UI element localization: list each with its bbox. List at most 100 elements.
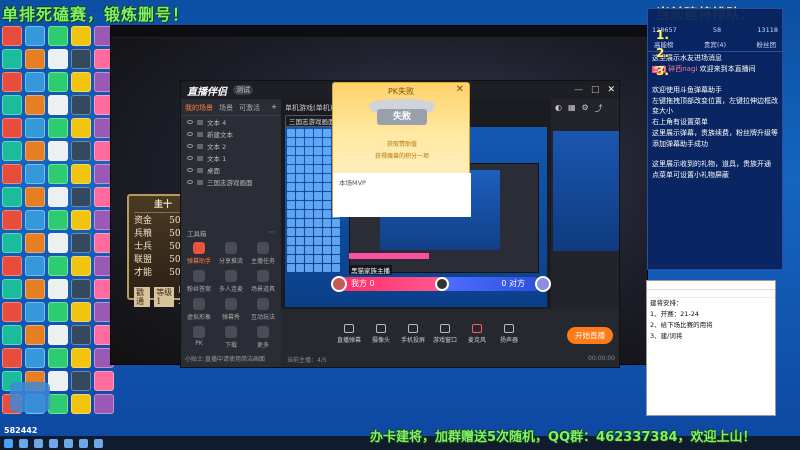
taskbar-app-icon[interactable] [19,438,28,448]
layer-item[interactable]: 三国志游戏画面 [181,176,281,188]
toolbar-button[interactable]: 扬声器 [495,324,523,344]
desktop-shortcut-icon[interactable] [25,187,45,207]
minimize-icon[interactable]: — [574,85,583,95]
notepad-window[interactable]: 建将安排： 1、开赛：21-24 2、给下场比赛的用将 3、建/词将 [646,280,776,416]
desktop-shortcut-icon[interactable] [25,233,45,253]
desktop-shortcut-icon[interactable] [71,210,91,230]
desktop-shortcut-icon[interactable] [25,118,45,138]
taskbar-app-icon[interactable] [64,438,73,448]
desktop-shortcut-icon[interactable] [48,26,68,46]
layer-item[interactable]: 文本 4 [181,116,281,128]
chat-panel-header[interactable] [648,9,782,23]
desktop-shortcut-icon[interactable] [25,279,45,299]
volume-icon[interactable]: ◐ [555,103,562,114]
desktop-shortcut-icon[interactable] [25,256,45,276]
desktop-shortcut-icon[interactable] [25,141,45,161]
start-live-button[interactable]: 开始直播 [567,327,613,344]
pk-result-popup[interactable]: PK失败 ✕ 失败 获取赞助值 获得魔兽的积分一项 本场MVP [332,82,471,217]
layer-item[interactable]: 文本 1 [181,152,281,164]
desktop-shortcut-icon[interactable] [71,72,91,92]
desktop-shortcut-icon[interactable] [2,256,22,276]
taskbar-app-icon[interactable] [94,438,103,448]
toolbar-button[interactable]: 直播弹幕 [335,324,363,344]
eye-icon[interactable] [187,120,193,124]
toolbar-button[interactable]: 麦克风 [463,324,491,344]
taskbar-app-icon[interactable] [49,438,58,448]
scene-button[interactable]: 三国志游戏画面 [285,115,339,127]
desktop-shortcut-icon[interactable] [94,394,114,414]
desktop-shortcut-icon[interactable] [2,49,22,69]
desktop-shortcut-icon[interactable] [48,49,68,69]
gear-icon[interactable]: ⚙ [582,103,589,114]
toolbar-button[interactable]: 手机投屏 [399,324,427,344]
close-icon[interactable]: ✕ [607,85,615,95]
toolbox-item[interactable]: 更多 [247,326,279,349]
desktop-shortcut-icon[interactable] [71,95,91,115]
toolbox-item[interactable]: 互动玩法 [247,298,279,321]
desktop-shortcut-icon[interactable] [25,95,45,115]
toolbox-item[interactable]: 下载 [215,326,247,349]
taskbar-app-icon[interactable] [79,438,88,448]
desktop-shortcut-icon[interactable] [71,325,91,345]
toolbox-item[interactable]: 多人连麦 [215,270,247,293]
workspace-tab[interactable]: 单机游戏(单机) [285,103,332,113]
eye-icon[interactable] [187,180,193,184]
desktop-shortcut-icon[interactable] [2,118,22,138]
eye-icon[interactable] [187,168,193,172]
desktop-shortcut-icon[interactable] [2,26,22,46]
desktop-shortcut-icon[interactable] [48,210,68,230]
desktop-shortcut-icon[interactable] [2,210,22,230]
desktop-shortcut-icon[interactable] [48,95,68,115]
toolbox-item[interactable]: 场景道具 [247,270,279,293]
toolbox-item[interactable]: 弹幕秀 [215,298,247,321]
toolbox-item[interactable]: 弹幕助手 [183,242,215,265]
toolbar-button[interactable]: 游戏窗口 [431,324,459,344]
notepad-titlebar[interactable] [647,281,775,290]
desktop-shortcut-icon[interactable] [71,164,91,184]
desktop-shortcut-icon[interactable] [71,49,91,69]
notepad-content[interactable]: 建将安排： 1、开赛：21-24 2、给下场比赛的用将 3、建/词将 [647,298,775,342]
desktop-shortcut-icon[interactable] [48,187,68,207]
desktop-shortcut-icon[interactable] [2,72,22,92]
close-icon[interactable]: ✕ [456,84,464,95]
toolbox-item[interactable]: 分享推流 [215,242,247,265]
desktop-shortcut-icon[interactable] [48,118,68,138]
desktop-shortcut-icon[interactable] [48,325,68,345]
desktop-shortcut-icon[interactable] [2,164,22,184]
desktop-shortcut-icon[interactable] [71,141,91,161]
toolbox-item[interactable]: 虚拟形象 [183,298,215,321]
desktop-shortcut-icon[interactable] [71,394,91,414]
desktop-shortcut-icon[interactable] [25,72,45,92]
desktop-shortcut-icon[interactable] [2,302,22,322]
game-window-titlebar[interactable] [111,26,647,38]
desktop-shortcut-icon[interactable] [2,325,22,345]
desktop-shortcut-icon[interactable] [2,348,22,368]
desktop-shortcut-icon[interactable] [2,279,22,299]
desktop-shortcut-icon[interactable] [71,302,91,322]
desktop-shortcut-icon[interactable] [2,187,22,207]
add-scene-icon[interactable]: + [271,103,277,113]
share-icon[interactable]: ⤴ [595,103,603,114]
toolbar-button[interactable]: 摄像头 [367,324,395,344]
desktop-shortcut-icon[interactable] [25,49,45,69]
tab-vip[interactable]: 贵宾(4) [704,39,726,49]
chat-nick[interactable]: 碎西nagi [668,65,697,73]
maximize-icon[interactable]: □ [591,85,600,95]
desktop-shortcut-icon[interactable] [71,371,91,391]
toolbox-item[interactable]: PK [183,326,215,349]
tab-my-scenes[interactable]: 我的场景 [185,103,213,113]
tab-activatable[interactable]: 可激活 [239,103,260,113]
layout-icon[interactable]: ▦ [568,103,576,114]
desktop-shortcut-icon[interactable] [2,95,22,115]
desktop-shortcut-icon[interactable] [71,279,91,299]
layer-item[interactable]: 新建文本 [181,128,281,140]
toolbox-item[interactable]: 主播任务 [247,242,279,265]
toolbox-item[interactable]: 粉丝答案 [183,270,215,293]
desktop-shortcut-icon[interactable] [48,302,68,322]
desktop-shortcut-icon[interactable] [25,348,45,368]
desktop-shortcut-icon[interactable] [2,141,22,161]
desktop-shortcut-icon[interactable] [71,26,91,46]
desktop-shortcut-icon[interactable] [25,210,45,230]
taskbar-app-icon[interactable] [34,438,43,448]
desktop-shortcut-icon[interactable] [71,187,91,207]
